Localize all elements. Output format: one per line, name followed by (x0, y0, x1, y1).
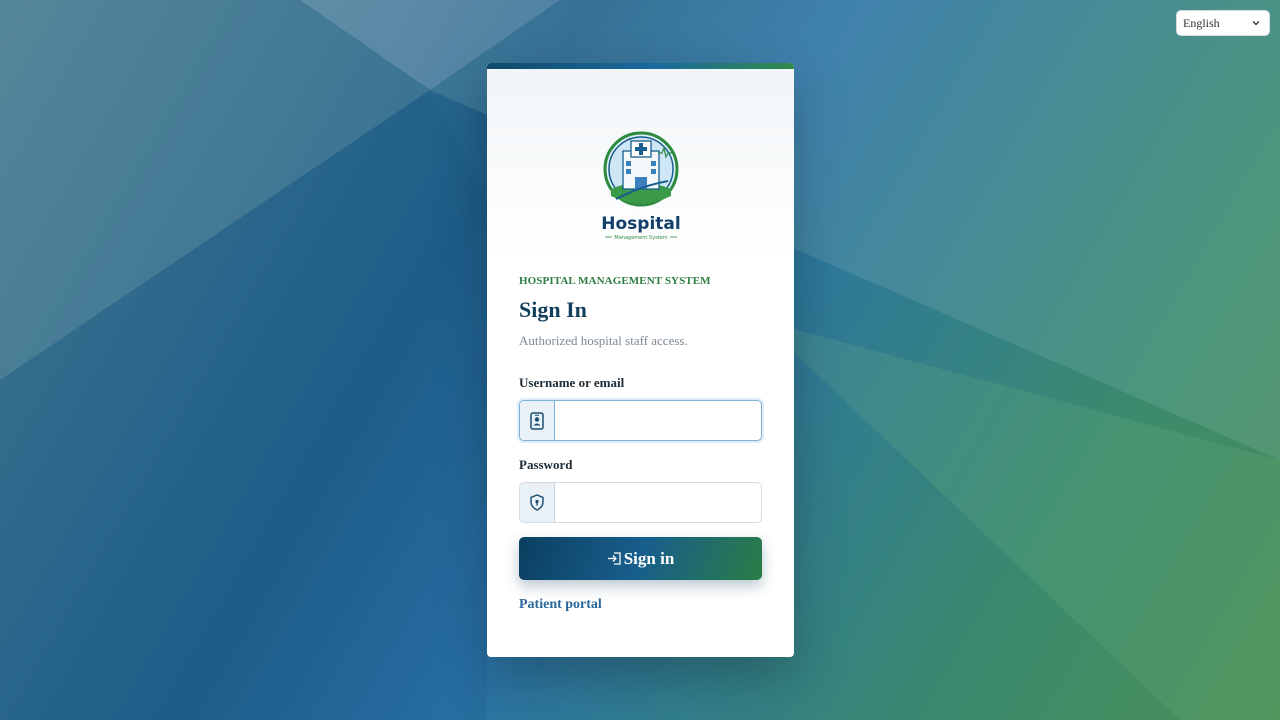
sign-in-button[interactable]: Sign in (519, 537, 762, 580)
logo-tagline: Management System (614, 235, 667, 241)
patient-portal-link[interactable]: Patient portal (519, 597, 602, 613)
username-input[interactable] (555, 401, 761, 440)
username-field (519, 400, 762, 441)
password-label: Password (519, 457, 573, 472)
page-title: Sign In (519, 297, 587, 322)
card-header: Hospital Management System (487, 69, 794, 257)
login-form: HOSPITAL MANAGEMENT SYSTEM Sign In Autho… (487, 275, 794, 613)
password-icon-box (520, 483, 555, 522)
password-field (519, 482, 762, 523)
id-badge-icon (530, 411, 544, 430)
system-eyebrow: HOSPITAL MANAGEMENT SYSTEM (519, 275, 711, 287)
sign-in-label: Sign in (623, 548, 675, 568)
logo-name: Hospital (601, 214, 680, 234)
username-icon-box (520, 401, 555, 440)
password-input[interactable] (555, 483, 761, 522)
username-label: Username or email (519, 375, 625, 390)
login-card: Hospital Management System HOSPITAL MANA… (487, 63, 794, 657)
language-selected: English (1183, 15, 1220, 30)
hospital-logo: Hospital Management System (601, 131, 680, 241)
page-subtitle: Authorized hospital staff access. (519, 333, 688, 348)
chevron-down-icon (1252, 21, 1260, 26)
sign-in-icon (607, 552, 621, 565)
shield-lock-icon (530, 494, 544, 511)
language-select[interactable]: English (1176, 10, 1270, 36)
